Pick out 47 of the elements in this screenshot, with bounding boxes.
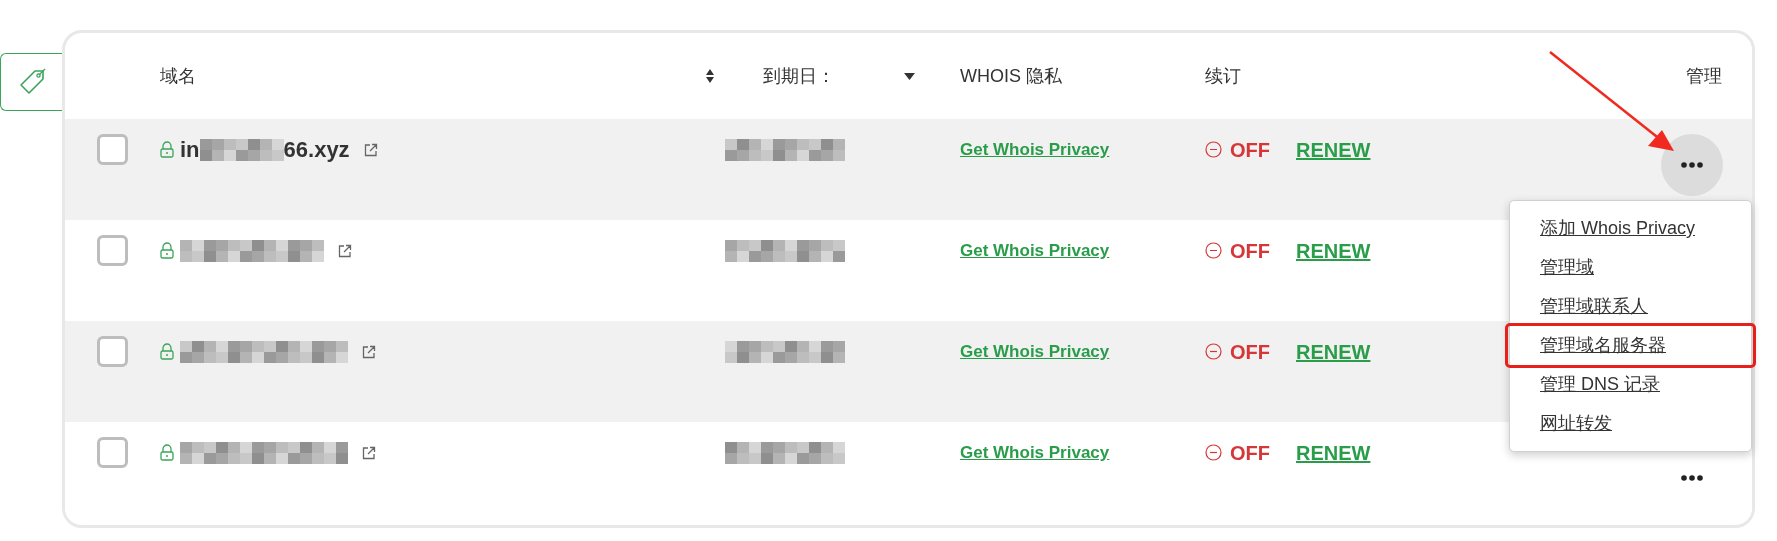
external-link-icon[interactable] bbox=[363, 142, 378, 157]
lock-icon bbox=[160, 141, 174, 158]
minus-circle-icon bbox=[1205, 141, 1222, 158]
auto-renew-status: OFF bbox=[1230, 238, 1270, 264]
minus-circle-icon bbox=[1205, 343, 1222, 360]
menu-item[interactable]: 添加 Whois Privacy bbox=[1540, 215, 1696, 242]
auto-renew-status: OFF bbox=[1230, 440, 1270, 466]
menu-item[interactable]: 管理域 bbox=[1540, 254, 1594, 281]
renew-link[interactable]: RENEW bbox=[1296, 336, 1371, 367]
column-header: 续订 bbox=[1205, 65, 1241, 86]
external-link-icon[interactable] bbox=[362, 344, 376, 359]
more-icon bbox=[1681, 475, 1703, 481]
minus-circle-icon bbox=[1205, 242, 1222, 259]
more-icon bbox=[1681, 162, 1703, 168]
external-link-icon[interactable] bbox=[338, 243, 352, 258]
get-whois-privacy-link[interactable]: Get Whois Privacy bbox=[960, 237, 1110, 264]
minus-circle-icon bbox=[1205, 444, 1222, 461]
sort-icon[interactable] bbox=[705, 68, 715, 84]
auto-renew-status: OFF bbox=[1230, 137, 1270, 163]
get-whois-privacy-link[interactable]: Get Whois Privacy bbox=[960, 439, 1110, 466]
column-header: WHOIS 隐私 bbox=[960, 65, 1062, 86]
column-header: 管理 bbox=[1686, 65, 1722, 86]
row-checkbox[interactable] bbox=[97, 134, 128, 165]
external-link-icon[interactable] bbox=[362, 445, 376, 460]
menu-item[interactable]: 管理域名服务器 bbox=[1540, 332, 1666, 359]
tag-button[interactable] bbox=[0, 53, 62, 111]
renew-link[interactable]: RENEW bbox=[1296, 134, 1371, 165]
lock-icon bbox=[160, 444, 174, 461]
row-checkbox[interactable] bbox=[97, 437, 128, 468]
get-whois-privacy-link[interactable]: Get Whois Privacy bbox=[960, 338, 1110, 365]
menu-item[interactable]: 管理 DNS 记录 bbox=[1540, 371, 1660, 398]
column-header: 到期日： bbox=[763, 64, 835, 88]
row-checkbox[interactable] bbox=[97, 336, 128, 367]
menu-item[interactable]: 管理域联系人 bbox=[1540, 293, 1648, 320]
lock-icon bbox=[160, 343, 174, 360]
renew-link[interactable]: RENEW bbox=[1296, 437, 1371, 468]
menu-item[interactable]: 网址转发 bbox=[1540, 410, 1612, 437]
auto-renew-status: OFF bbox=[1230, 339, 1270, 365]
domain-name-start: in bbox=[180, 136, 200, 164]
renew-link[interactable]: RENEW bbox=[1296, 235, 1371, 266]
column-header: 域名 bbox=[160, 64, 196, 88]
get-whois-privacy-link[interactable]: Get Whois Privacy bbox=[960, 136, 1110, 163]
domain-name-end: 66.xyz bbox=[283, 136, 350, 164]
lock-icon bbox=[160, 242, 174, 259]
sort-down-icon[interactable] bbox=[904, 72, 915, 80]
more-actions-button[interactable] bbox=[1661, 134, 1723, 196]
row-checkbox[interactable] bbox=[97, 235, 128, 266]
